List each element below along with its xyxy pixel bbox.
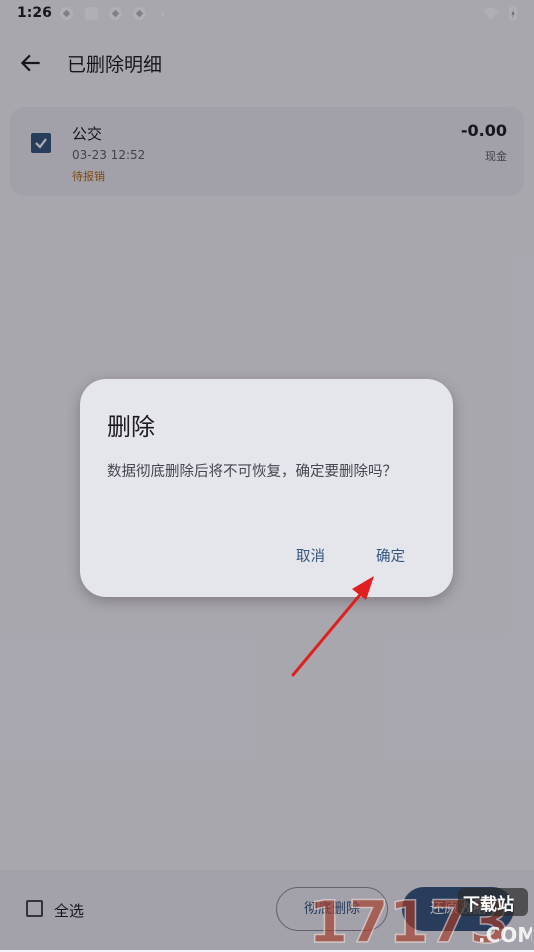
watermark-domain: .COM	[478, 923, 532, 947]
watermark-site: 下载站	[463, 894, 514, 915]
annotation-arrow-icon	[291, 576, 374, 677]
watermark-logo: 17173 下载站 .COM	[307, 887, 534, 952]
watermark: 17173 下载站 .COM	[307, 882, 534, 952]
